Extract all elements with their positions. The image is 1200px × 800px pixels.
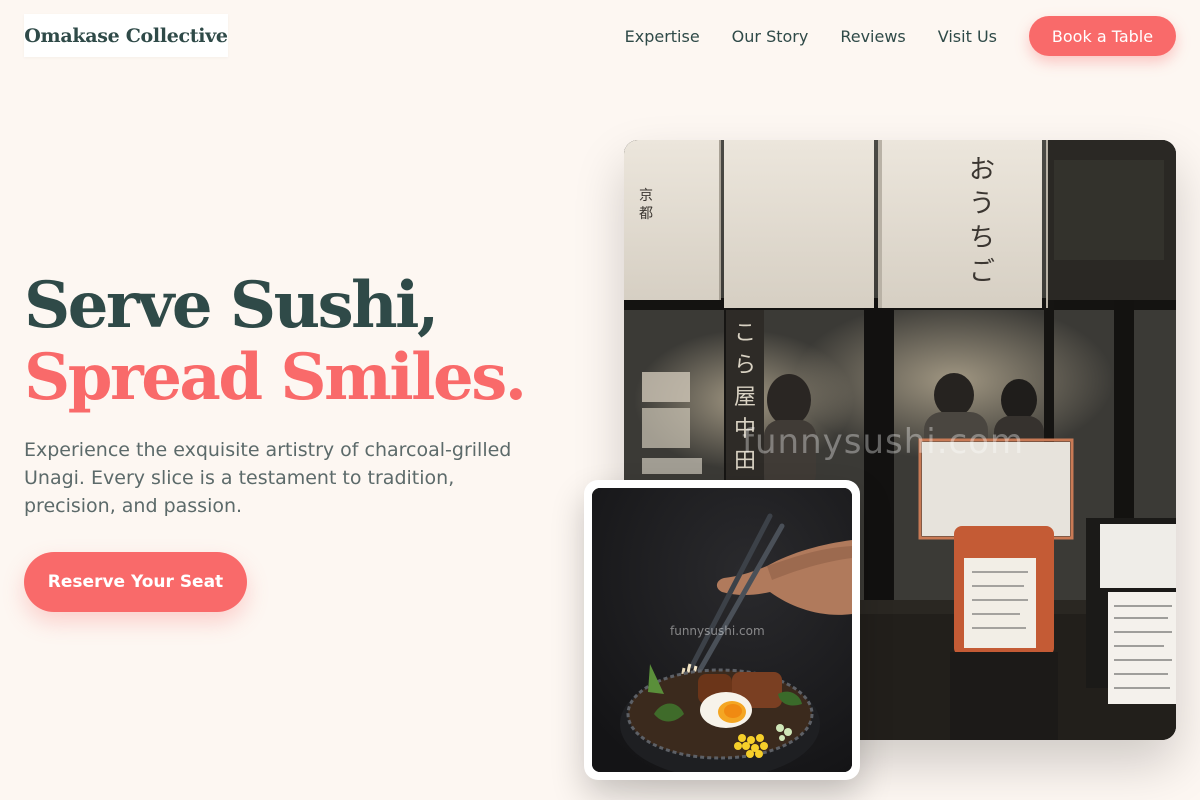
svg-text:都: 都 — [639, 206, 653, 222]
storefront-watermark: funnysushi.com — [742, 422, 1025, 462]
nav-link-visit-us[interactable]: Visit Us — [938, 27, 997, 46]
ramen-bowl-image: funnysushi.com — [592, 488, 852, 772]
svg-text:ご: ご — [969, 257, 995, 287]
hero-title-line1: Serve Sushi, — [24, 268, 439, 343]
svg-text:う: う — [969, 189, 995, 219]
ramen-bowl-card: funnysushi.com — [584, 480, 860, 780]
svg-text:お: お — [969, 155, 995, 185]
svg-text:屋: 屋 — [734, 385, 756, 410]
nav-link-our-story[interactable]: Our Story — [732, 27, 809, 46]
book-table-button[interactable]: Book a Table — [1029, 16, 1176, 56]
hero-title: Serve Sushi, Spread Smiles. — [24, 268, 527, 415]
svg-text:京: 京 — [639, 188, 653, 204]
brand-logo[interactable]: Omakase Collective — [24, 14, 228, 57]
nav-link-reviews[interactable]: Reviews — [840, 27, 905, 46]
hero-description: Experience the exquisite artistry of cha… — [24, 439, 512, 517]
hero-title-line2: Spread Smiles. — [24, 340, 527, 415]
svg-text:ら: ら — [734, 353, 756, 378]
svg-text:こ: こ — [734, 321, 756, 346]
nav-link-expertise[interactable]: Expertise — [625, 27, 700, 46]
main-nav: Expertise Our Story Reviews Visit Us Boo… — [625, 16, 1176, 56]
bowl-watermark: funnysushi.com — [670, 624, 765, 638]
reserve-seat-button[interactable]: Reserve Your Seat — [24, 552, 247, 612]
svg-text:ち: ち — [969, 223, 995, 253]
